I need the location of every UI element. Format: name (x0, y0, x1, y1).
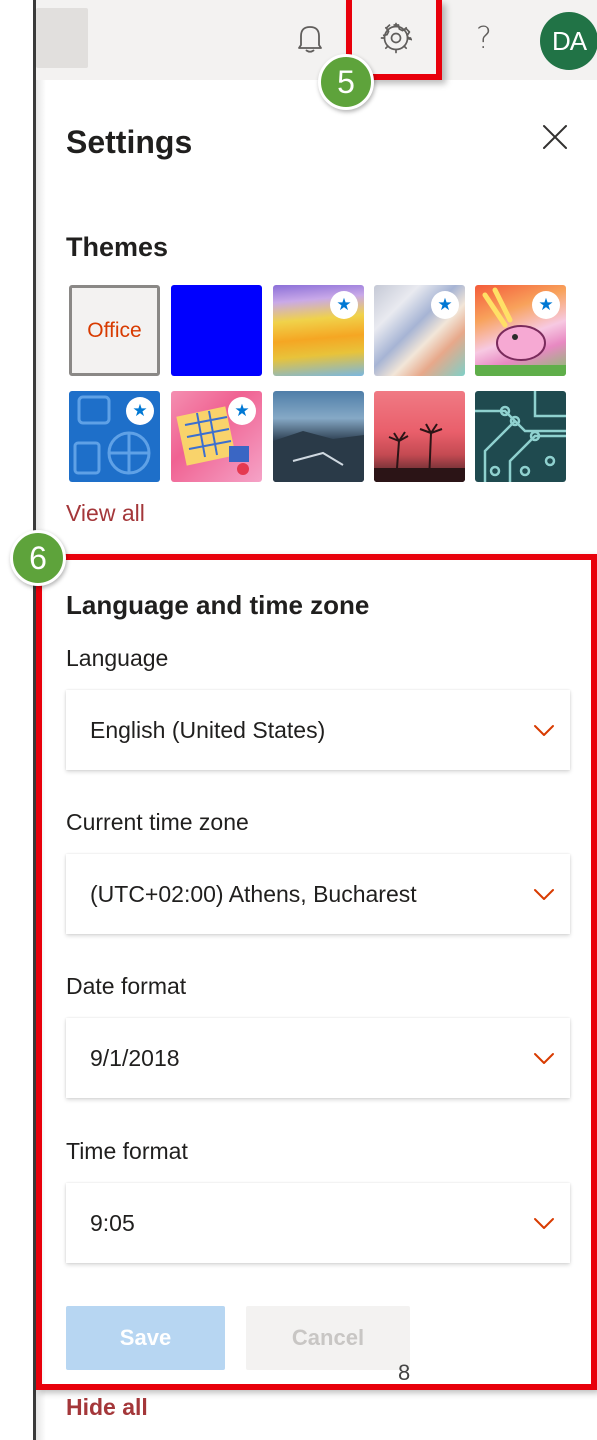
cancel-button[interactable]: Cancel (246, 1306, 410, 1370)
search-placeholder-block (36, 8, 88, 68)
timezone-dropdown[interactable]: (UTC+02:00) Athens, Bucharest (66, 854, 570, 934)
chevron-down-icon (534, 889, 554, 900)
theme-rainbow-waves[interactable]: ★ (273, 285, 364, 376)
language-dropdown[interactable]: English (United States) (66, 690, 570, 770)
help-icon[interactable]: ? (466, 18, 502, 58)
star-icon: ★ (126, 397, 154, 425)
callout-badge-6: 6 (10, 530, 66, 586)
settings-title: Settings (66, 124, 193, 160)
time-format-dropdown[interactable]: 9:05 (66, 1183, 570, 1263)
theme-mountain[interactable] (273, 391, 364, 482)
theme-blue[interactable] (171, 285, 262, 376)
star-icon: ★ (532, 291, 560, 319)
page-number: 8 (398, 1360, 411, 1385)
theme-pink-creature[interactable]: ★ (475, 285, 566, 376)
time-format-value: 9:05 (90, 1209, 135, 1236)
chevron-down-icon (534, 725, 554, 736)
star-icon: ★ (228, 397, 256, 425)
language-value: English (United States) (90, 716, 326, 743)
theme-board-game[interactable]: ★ (171, 391, 262, 482)
theme-palm-sunset[interactable] (374, 391, 465, 482)
callout-highlight-language (36, 554, 597, 1390)
theme-office[interactable]: Office (69, 285, 160, 376)
star-icon: ★ (431, 291, 459, 319)
hide-all-link[interactable]: Hide all (66, 1394, 148, 1421)
time-format-label: Time format (66, 1138, 188, 1164)
date-format-value: 9/1/2018 (90, 1044, 180, 1071)
timezone-value: (UTC+02:00) Athens, Bucharest (90, 880, 417, 907)
view-all-themes-link[interactable]: View all (66, 500, 145, 527)
language-timezone-heading: Language and time zone (66, 590, 370, 620)
close-icon[interactable] (538, 120, 572, 154)
theme-office-label: Office (87, 318, 142, 342)
mountain-illustration-icon (273, 431, 364, 482)
language-label: Language (66, 645, 169, 671)
callout-badge-5: 5 (318, 54, 374, 110)
date-format-dropdown[interactable]: 9/1/2018 (66, 1018, 570, 1098)
notifications-bell-icon[interactable] (292, 18, 328, 58)
theme-blue-sports[interactable]: ★ (69, 391, 160, 482)
save-button[interactable]: Save (66, 1306, 225, 1370)
user-avatar[interactable]: DA (540, 12, 597, 70)
screen-edge (0, 0, 36, 1440)
star-icon: ★ (330, 291, 358, 319)
timezone-label: Current time zone (66, 809, 249, 835)
circuit-pattern-icon (475, 391, 566, 482)
chevron-down-icon (534, 1218, 554, 1229)
themes-heading: Themes (66, 232, 169, 262)
palm-trees-icon (374, 423, 465, 482)
date-format-label: Date format (66, 973, 187, 999)
theme-silk-ribbons[interactable]: ★ (374, 285, 465, 376)
chevron-down-icon (534, 1053, 554, 1064)
theme-circuit[interactable] (475, 391, 566, 482)
